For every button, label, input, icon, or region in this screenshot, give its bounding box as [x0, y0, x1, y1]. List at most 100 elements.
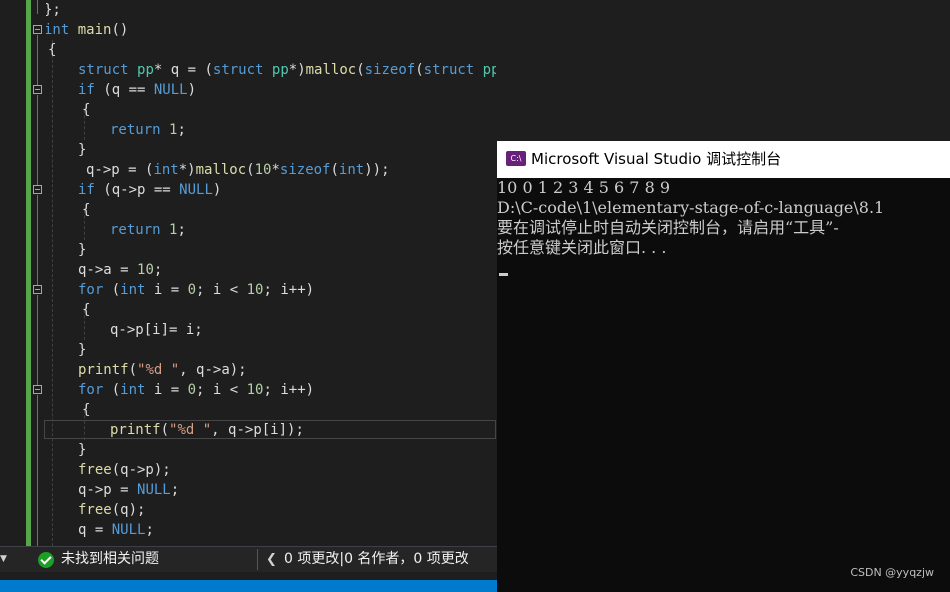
code-token: malloc [195, 162, 247, 178]
code-token: ( [415, 62, 424, 78]
code-token: { [82, 402, 91, 418]
no-issues-check-icon [38, 552, 54, 568]
code-token: }; [46, 2, 61, 18]
code-token: (q); [111, 502, 146, 518]
code-token: if [78, 182, 95, 198]
code-token: q->p[i]= i; [110, 322, 203, 338]
code-token: return [110, 122, 161, 138]
code-token: { [82, 102, 91, 118]
code-token: { [48, 42, 57, 58]
code-line[interactable]: { [82, 300, 90, 320]
code-token: pp [271, 62, 289, 78]
code-token: (q == [94, 82, 154, 98]
code-token: 0 [187, 282, 197, 298]
code-line[interactable]: printf("%d ", q->p[i]); [110, 420, 304, 440]
code-line[interactable]: { [82, 100, 90, 120]
console-output[interactable]: 10 0 1 2 3 4 5 6 7 8 9 D:\C-code\1\eleme… [497, 178, 950, 592]
code-line[interactable]: { [48, 40, 56, 60]
code-line[interactable]: return 1; [110, 220, 186, 240]
code-token: int [338, 162, 365, 178]
console-line: D:\C-code\1\elementary-stage-of-c-langua… [497, 198, 885, 217]
code-line[interactable]: free(q->p); [78, 460, 171, 480]
code-token: { [82, 202, 91, 218]
code-token: for [78, 382, 104, 398]
code-token: sizeof [279, 162, 331, 178]
code-token: printf [78, 362, 129, 378]
code-line[interactable]: printf("%d ", q->a); [78, 360, 247, 380]
code-token: ; [177, 222, 186, 238]
code-line[interactable]: for (int i = 0; i < 10; i++) [78, 380, 314, 400]
fold-toggle-icon[interactable] [33, 25, 42, 34]
code-line[interactable]: q->p[i]= i; [110, 320, 203, 340]
fold-guide [37, 295, 38, 385]
code-line[interactable]: free(q); [78, 500, 145, 520]
code-token: return [110, 222, 161, 238]
code-token: 10 [246, 282, 264, 298]
code-token: ( [103, 282, 121, 298]
console-app-icon: C:\ [506, 151, 526, 166]
git-changes-status[interactable]: 0 项更改|0 名作者，0 项更改 [284, 547, 469, 572]
code-token: ; [177, 122, 186, 138]
code-token: ) [212, 182, 222, 198]
fold-guide [37, 395, 38, 546]
code-line[interactable]: q->p = (int*)malloc(10*sizeof(int)); [86, 160, 390, 180]
code-token: { [82, 302, 91, 318]
code-lines[interactable]: };int main(){struct pp* q = (struct pp*)… [46, 0, 496, 546]
code-line[interactable]: q->p = NULL; [78, 480, 179, 500]
chevron-left-icon[interactable]: ❮ [266, 547, 277, 572]
code-token: int [120, 282, 146, 298]
code-token: q->p = [78, 482, 138, 498]
fold-toggle-icon[interactable] [33, 285, 42, 294]
code-token: , q->a); [179, 362, 247, 378]
code-token: 10 [137, 262, 154, 278]
issues-status[interactable]: 未找到相关问题 [61, 547, 159, 572]
code-token: *) [288, 62, 306, 78]
fold-toggle-icon[interactable] [33, 385, 42, 394]
fold-guide [37, 0, 38, 14]
status-bar: ▼ 未找到相关问题 ❮ 0 项更改|0 名作者，0 项更改 [0, 546, 497, 572]
console-cursor [499, 273, 508, 276]
debug-console-window[interactable]: C:\ Microsoft Visual Studio 调试控制台 10 0 1… [497, 141, 950, 592]
code-token: struct [423, 62, 475, 78]
code-line[interactable]: q = NULL; [78, 520, 154, 540]
code-token: ( [103, 382, 121, 398]
code-line[interactable]: { [82, 200, 90, 220]
code-token: , q->p[i]); [211, 422, 304, 438]
console-line: 要在调试停止时自动关闭控制台，请启用“工具”- [497, 218, 839, 237]
code-token: ; [153, 262, 163, 278]
status-accent-bar [0, 580, 497, 592]
code-line[interactable]: q->a = 10; [78, 260, 162, 280]
fold-toggle-icon[interactable] [33, 185, 42, 194]
code-line[interactable]: if (q->p == NULL) [78, 180, 221, 200]
code-token: ( [246, 162, 255, 178]
code-line[interactable]: } [78, 140, 86, 160]
code-line[interactable]: { [82, 400, 90, 420]
code-line[interactable]: return 1; [110, 120, 186, 140]
code-token: (q->p == [94, 182, 180, 198]
code-token: NULL [153, 82, 188, 98]
code-token: ( [330, 162, 339, 178]
code-token: i = [145, 382, 188, 398]
code-line[interactable]: if (q == NULL) [78, 80, 196, 100]
code-line[interactable]: } [78, 440, 86, 460]
code-line[interactable]: int main() [46, 20, 128, 40]
console-title: Microsoft Visual Studio 调试控制台 [531, 150, 782, 168]
code-line[interactable]: } [78, 240, 86, 260]
fold-guide [37, 35, 38, 85]
code-token: } [78, 342, 87, 358]
code-token: main [77, 22, 112, 38]
code-token: NULL [137, 482, 171, 498]
code-line[interactable]: for (int i = 0; i < 10; i++) [78, 280, 314, 300]
fold-toggle-icon[interactable] [33, 85, 42, 94]
code-token: ; i++) [263, 282, 315, 298]
code-line[interactable]: struct pp* q = (struct pp*)malloc(sizeof… [78, 60, 496, 80]
code-line[interactable]: }; [46, 0, 61, 20]
code-token: free [78, 502, 112, 518]
zoom-dropdown-icon[interactable]: ▼ [0, 547, 10, 572]
code-line[interactable]: } [78, 340, 86, 360]
code-token: "%d " [169, 422, 212, 438]
code-token: } [78, 442, 87, 458]
console-titlebar[interactable]: C:\ Microsoft Visual Studio 调试控制台 [497, 141, 950, 178]
